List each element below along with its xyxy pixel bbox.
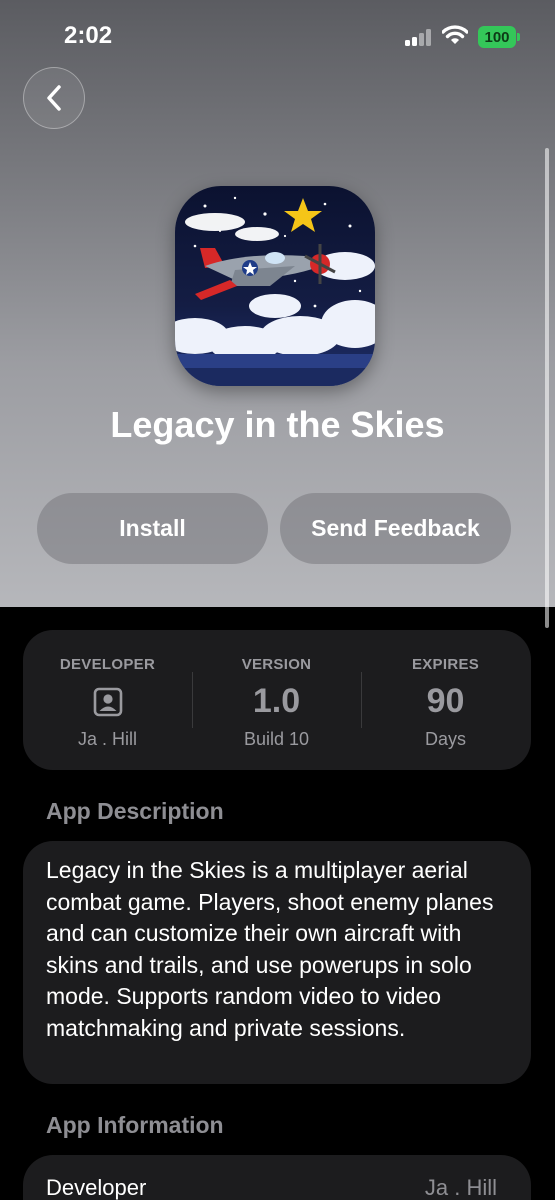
- build-number: Build 10: [243, 729, 310, 749]
- app-information-row-label: Developer: [46, 1175, 147, 1200]
- expires-label: EXPIRES: [411, 656, 480, 673]
- back-button[interactable]: [23, 67, 85, 129]
- app-description-text: Legacy in the Skies is a multiplayer aer…: [46, 857, 494, 1041]
- app-icon: [175, 186, 375, 386]
- wifi-icon: [442, 25, 468, 44]
- battery-tip: [517, 33, 520, 41]
- app-description-card: Legacy in the Skies is a multiplayer aer…: [23, 841, 531, 1084]
- chevron-left-icon: [47, 85, 61, 111]
- cellular-signal-icon: [405, 28, 433, 46]
- install-button[interactable]: Install: [37, 493, 268, 564]
- scrollbar[interactable]: [545, 148, 549, 628]
- app-information-card: Developer Ja . Hill: [23, 1155, 531, 1200]
- battery-icon: 100: [478, 26, 516, 48]
- developer-column: DEVELOPER Ja . Hill: [23, 630, 192, 770]
- app-info-summary: DEVELOPER Ja . Hill VERSION 1.0 Build 10…: [23, 630, 531, 770]
- app-information-row-value: Ja . Hill: [424, 1175, 497, 1200]
- status-bar: 2:02 100: [0, 0, 555, 70]
- expires-value: 90: [426, 682, 465, 720]
- status-time: 2:02: [64, 22, 113, 49]
- version-column: VERSION 1.0 Build 10: [192, 630, 361, 770]
- developer-label: DEVELOPER: [59, 656, 156, 673]
- version-label: VERSION: [241, 656, 312, 673]
- version-value: 1.0: [252, 682, 301, 720]
- expires-unit: Days: [424, 729, 466, 749]
- app-description-heading: App Description: [46, 798, 224, 824]
- app-title: Legacy in the Skies: [110, 404, 445, 445]
- battery-level: 100: [484, 28, 510, 46]
- person-square-icon: [93, 687, 123, 717]
- developer-name: Ja . Hill: [77, 729, 137, 749]
- app-information-heading: App Information: [46, 1112, 224, 1138]
- send-feedback-button[interactable]: Send Feedback: [280, 493, 511, 564]
- expires-column: EXPIRES 90 Days: [361, 630, 530, 770]
